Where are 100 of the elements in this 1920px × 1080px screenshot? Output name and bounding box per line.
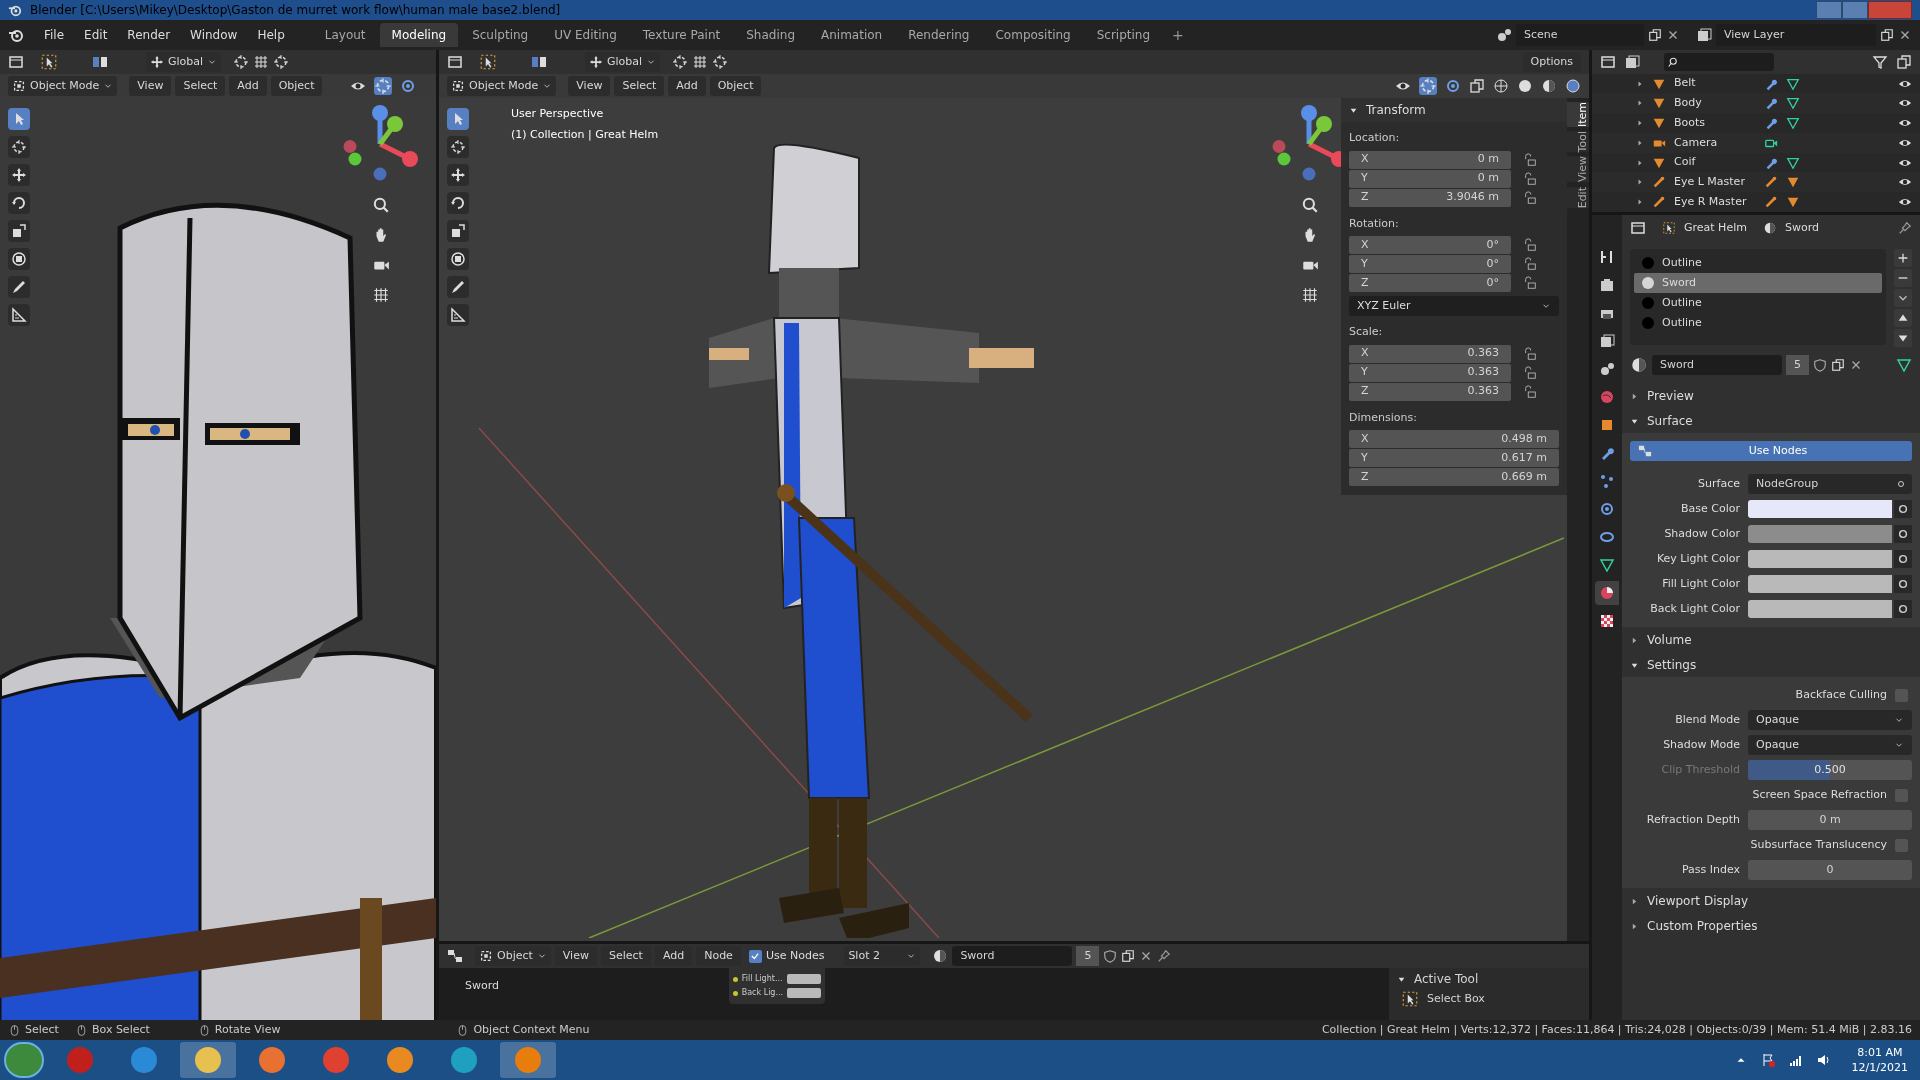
blender-logo-icon[interactable] bbox=[8, 27, 24, 43]
scale-tool-icon[interactable] bbox=[8, 220, 30, 242]
number-field[interactable]: Z 0° bbox=[1349, 274, 1511, 292]
menu-item[interactable]: Object bbox=[270, 76, 323, 96]
dropdown[interactable]: Opaque bbox=[1748, 710, 1912, 730]
outliner-item[interactable]: Eye R Master bbox=[1674, 193, 1756, 211]
view-layer-icon[interactable] bbox=[1696, 27, 1712, 43]
slot-dropdown[interactable]: Slot 2 bbox=[844, 946, 921, 966]
expand-arrow-icon[interactable] bbox=[1630, 896, 1639, 906]
wrench-icon[interactable] bbox=[1764, 116, 1778, 131]
material-slot[interactable]: Sword bbox=[1634, 273, 1882, 293]
rendered-shading-icon[interactable] bbox=[1565, 78, 1581, 94]
scene-icon[interactable] bbox=[1496, 27, 1512, 43]
menu-item[interactable]: File bbox=[36, 26, 73, 44]
cursor-tool-icon[interactable] bbox=[447, 136, 469, 158]
fake-user-icon[interactable] bbox=[1813, 358, 1827, 372]
material-icon[interactable] bbox=[932, 948, 949, 964]
socket-icon[interactable] bbox=[1894, 550, 1912, 568]
pivot-icon[interactable] bbox=[672, 54, 689, 70]
pin-icon[interactable] bbox=[1898, 221, 1912, 235]
overlay-icon[interactable] bbox=[1445, 78, 1461, 94]
expand-arrow-icon[interactable] bbox=[1630, 921, 1639, 931]
view-layer-field[interactable]: View Layer bbox=[1716, 24, 1876, 46]
panel-title[interactable]: Volume bbox=[1647, 631, 1692, 649]
number-field[interactable]: X 0 m bbox=[1349, 150, 1511, 169]
expand-arrow-icon[interactable] bbox=[1636, 79, 1644, 88]
menu-item[interactable]: Window bbox=[182, 26, 246, 44]
mesh-data-icon[interactable] bbox=[1786, 96, 1800, 111]
caret-icon[interactable] bbox=[1894, 289, 1912, 307]
bone-icon[interactable] bbox=[1764, 175, 1778, 190]
copy-icon[interactable] bbox=[1831, 358, 1845, 372]
material-slot[interactable]: Outline bbox=[1634, 313, 1882, 333]
number-field[interactable]: Z 0.363 bbox=[1349, 382, 1511, 401]
select-tool-icon[interactable] bbox=[40, 53, 58, 71]
material-browse-icon[interactable] bbox=[1630, 356, 1648, 374]
expand-arrow-icon[interactable] bbox=[1636, 178, 1644, 187]
sidebar-tab[interactable]: View bbox=[1567, 156, 1589, 183]
measure-tool-icon[interactable] bbox=[8, 304, 30, 326]
sidebar-tab[interactable]: Tool bbox=[1567, 131, 1589, 153]
select-tool-icon[interactable] bbox=[8, 108, 30, 130]
fake-user-icon[interactable] bbox=[1103, 949, 1118, 963]
sidebar-tab[interactable]: Edit bbox=[1567, 186, 1589, 208]
number-field[interactable]: Y 0 m bbox=[1349, 169, 1511, 188]
menu-item[interactable]: Render bbox=[119, 26, 179, 44]
gizmo-icon[interactable] bbox=[374, 77, 393, 95]
workspace-tab[interactable]: Modeling bbox=[379, 23, 459, 47]
editor-type-icon[interactable] bbox=[447, 948, 463, 964]
clock[interactable]: 8:01 AM 12/1/2021 bbox=[1851, 1045, 1908, 1075]
gizmo-icon[interactable] bbox=[1419, 77, 1437, 95]
checkbox[interactable] bbox=[1895, 838, 1908, 852]
wireframe-shading-icon[interactable] bbox=[1493, 78, 1509, 94]
remove-slot-icon[interactable] bbox=[1894, 269, 1912, 287]
expand-arrow-icon[interactable] bbox=[1630, 391, 1639, 401]
mesh-data-icon[interactable] bbox=[1786, 116, 1800, 131]
checkbox[interactable] bbox=[1895, 788, 1908, 802]
select-tool-icon[interactable] bbox=[447, 108, 469, 130]
material-tab-icon[interactable] bbox=[1595, 581, 1619, 605]
number-field[interactable]: Y 0.363 bbox=[1349, 363, 1511, 382]
user-count[interactable]: 5 bbox=[1076, 946, 1100, 966]
unlocked-icon[interactable] bbox=[1523, 190, 1537, 205]
solid-shading-icon[interactable] bbox=[1517, 78, 1533, 94]
menu-item[interactable]: View bbox=[554, 946, 597, 966]
object-mode-dropdown[interactable]: Object Mode bbox=[8, 76, 118, 96]
snap-icon[interactable] bbox=[692, 54, 709, 70]
unlocked-icon[interactable] bbox=[1523, 276, 1537, 290]
menu-item[interactable]: Node bbox=[696, 946, 741, 966]
mesh-data-icon[interactable] bbox=[1786, 76, 1800, 91]
unlocked-icon[interactable] bbox=[1523, 238, 1537, 252]
panel-title[interactable]: Viewport Display bbox=[1647, 892, 1749, 910]
number-field[interactable]: Y 0° bbox=[1349, 255, 1511, 273]
menu-item[interactable]: Select bbox=[600, 946, 651, 966]
xray-icon[interactable] bbox=[1469, 78, 1485, 94]
unlocked-icon[interactable] bbox=[1523, 346, 1537, 361]
expand-arrow-icon[interactable] bbox=[1636, 158, 1644, 167]
use-nodes-checkbox[interactable]: Use Nodes bbox=[744, 947, 829, 965]
user-count[interactable]: 5 bbox=[1786, 355, 1809, 375]
mesh-data-icon[interactable] bbox=[1786, 155, 1800, 170]
annotate-tool-icon[interactable] bbox=[447, 276, 469, 298]
color-swatch[interactable] bbox=[1748, 600, 1892, 618]
measure-tool-icon[interactable] bbox=[447, 304, 469, 326]
display-mode-icon[interactable] bbox=[1624, 53, 1640, 70]
material-name-field[interactable]: Sword bbox=[1652, 355, 1782, 375]
start-button[interactable] bbox=[4, 1042, 44, 1078]
add-slot-icon[interactable] bbox=[1894, 249, 1912, 267]
transform-tool-icon[interactable] bbox=[8, 248, 30, 270]
socket-icon[interactable] bbox=[1894, 575, 1912, 593]
editor-type-icon[interactable] bbox=[1630, 220, 1646, 236]
color-swatch[interactable] bbox=[1748, 525, 1892, 543]
menu-item[interactable]: Add bbox=[668, 76, 706, 96]
panel-title[interactable]: Surface bbox=[1647, 412, 1693, 430]
rotation-mode-dropdown[interactable]: XYZ Euler bbox=[1349, 296, 1559, 316]
annotate-tool-icon[interactable] bbox=[8, 276, 30, 298]
copy-icon[interactable] bbox=[1121, 949, 1136, 963]
menu-item[interactable]: View bbox=[129, 76, 172, 96]
dropdown[interactable]: Opaque bbox=[1748, 735, 1912, 755]
checkbox[interactable] bbox=[1895, 688, 1908, 702]
overlay-icon[interactable] bbox=[400, 78, 417, 94]
menu-item[interactable]: Add bbox=[229, 76, 267, 96]
menu-item[interactable]: Select bbox=[175, 76, 226, 96]
expand-arrow-icon[interactable] bbox=[1636, 99, 1644, 108]
